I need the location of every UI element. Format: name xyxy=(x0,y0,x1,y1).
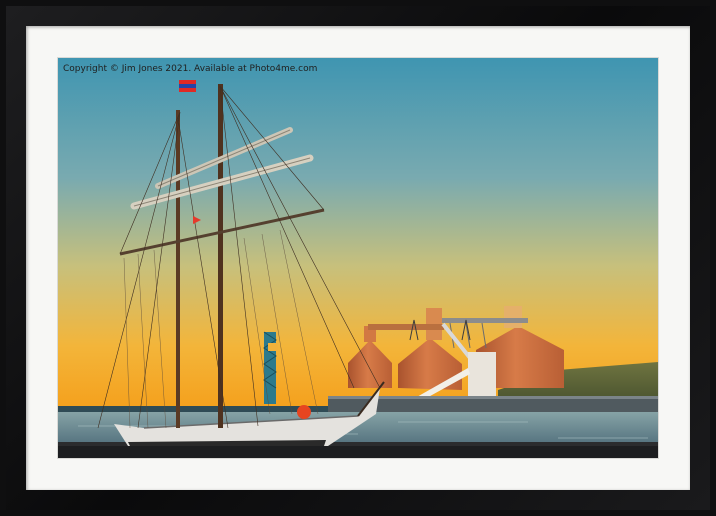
harbour-sunset-scene xyxy=(58,58,658,458)
framed-photo: Copyright © Jim Jones 2021. Available at… xyxy=(58,58,658,458)
crane-tower xyxy=(263,331,278,404)
copyright-watermark: Copyright © Jim Jones 2021. Available at… xyxy=(63,64,318,74)
picture-frame: Copyright © Jim Jones 2021. Available at… xyxy=(0,0,716,516)
